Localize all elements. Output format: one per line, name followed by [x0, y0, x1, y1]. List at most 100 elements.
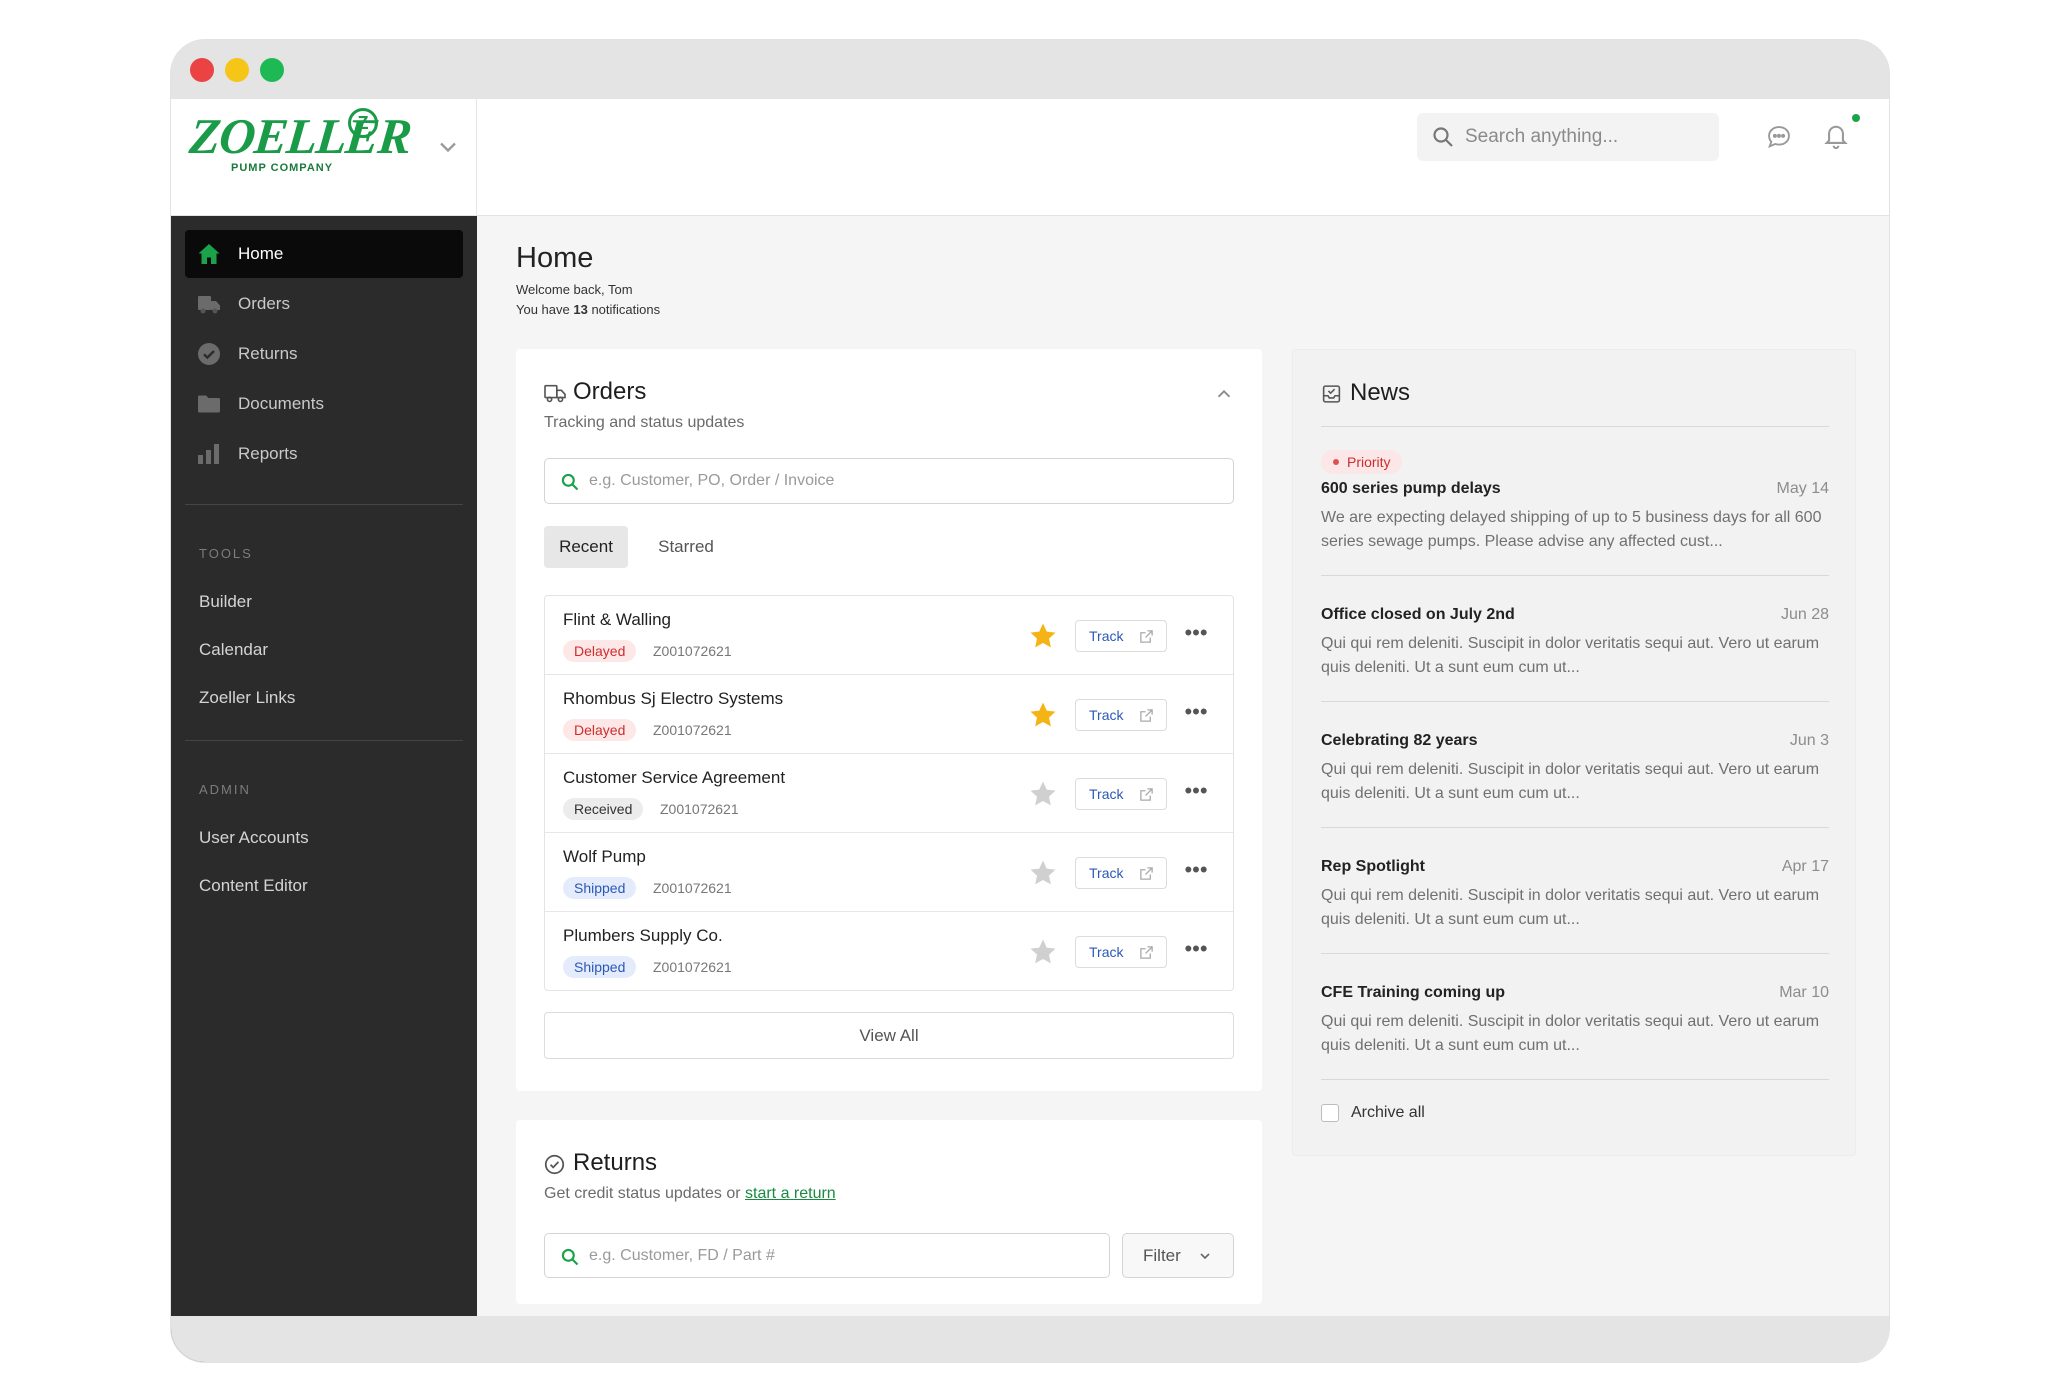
- sidebar-item-label: Reports: [238, 444, 298, 463]
- view-all-button[interactable]: View All: [544, 1012, 1234, 1059]
- global-search[interactable]: [1417, 113, 1719, 161]
- order-name: Customer Service Agreement: [563, 768, 786, 787]
- bar-chart-icon: [198, 444, 219, 464]
- more-options-icon[interactable]: •••: [1182, 701, 1210, 729]
- returns-title: Returns: [573, 1149, 658, 1176]
- orders-card: Orders Tracking and status updates Recen…: [516, 349, 1262, 1091]
- more-options-icon[interactable]: •••: [1182, 622, 1210, 650]
- news-item-date: Jun 28: [1780, 606, 1829, 623]
- maximize-window-button[interactable]: [260, 58, 284, 82]
- order-number: Z001072621: [653, 722, 732, 738]
- sidebar-item-reports[interactable]: Reports: [185, 430, 463, 478]
- order-row[interactable]: Plumbers Supply Co. Shipped Z001072621 T…: [545, 912, 1233, 991]
- truck-icon: [544, 384, 566, 403]
- news-item-title: Rep Spotlight: [1321, 858, 1425, 875]
- status-badge: Delayed: [563, 719, 637, 741]
- orders-search[interactable]: [544, 458, 1234, 504]
- minimize-window-button[interactable]: [225, 58, 249, 82]
- bell-icon[interactable]: [1822, 121, 1850, 151]
- external-link-icon: [1140, 630, 1153, 643]
- news-item-title: Office closed on July 2nd: [1321, 606, 1515, 623]
- archive-all-checkbox[interactable]: [1321, 1104, 1339, 1122]
- news-item-title: CFE Training coming up: [1321, 984, 1505, 1001]
- notification-dot: [1852, 114, 1860, 122]
- news-title: News: [1350, 379, 1411, 406]
- sidebar-item-returns[interactable]: Returns: [185, 330, 463, 378]
- admin-heading: ADMIN: [199, 782, 251, 797]
- orders-title: Orders: [573, 378, 647, 405]
- returns-search-input[interactable]: [589, 1234, 1041, 1277]
- sidebar-link-calendar[interactable]: Calendar: [199, 640, 268, 660]
- filter-dropdown[interactable]: Filter: [1122, 1233, 1234, 1278]
- more-options-icon[interactable]: •••: [1182, 859, 1210, 887]
- news-item-title: Celebrating 82 years: [1321, 732, 1478, 749]
- track-button[interactable]: Track: [1075, 857, 1167, 889]
- app-window: ZOELLER Z PUMP COMPANY Home Orders Retur…: [171, 40, 1889, 1362]
- tab-starred[interactable]: Starred: [638, 526, 734, 568]
- news-item-body: Qui qui rem deleniti. Suscipit in dolor …: [1321, 761, 1820, 802]
- sidebar-item-label: Orders: [238, 294, 290, 313]
- news-item-date: Mar 10: [1779, 984, 1829, 1001]
- order-row[interactable]: Flint & Walling Delayed Z001072621 Track…: [545, 596, 1233, 675]
- track-button[interactable]: Track: [1075, 620, 1167, 652]
- sidebar-link-content-editor[interactable]: Content Editor: [199, 876, 308, 896]
- order-row[interactable]: Customer Service Agreement Received Z001…: [545, 754, 1233, 833]
- sidebar: Home Orders Returns Documents Reports TO…: [171, 216, 477, 1362]
- tab-recent[interactable]: Recent: [544, 526, 628, 568]
- news-item-body: We are expecting delayed shipping of up …: [1321, 509, 1822, 550]
- start-return-link[interactable]: start a return: [745, 1185, 836, 1202]
- sidebar-item-orders[interactable]: Orders: [185, 280, 463, 328]
- archive-all-label[interactable]: Archive all: [1351, 1104, 1425, 1122]
- chevron-up-icon[interactable]: [1213, 383, 1235, 405]
- order-number: Z001072621: [653, 880, 732, 896]
- star-icon[interactable]: [1028, 700, 1058, 730]
- news-item[interactable]: 600 series pump delays May 14 We are exp…: [1321, 480, 1829, 576]
- global-search-input[interactable]: [1465, 113, 1705, 161]
- close-window-button[interactable]: [190, 58, 214, 82]
- order-number: Z001072621: [653, 959, 732, 975]
- external-link-icon: [1140, 946, 1153, 959]
- news-item[interactable]: CFE Training coming up Mar 10 Qui qui re…: [1321, 984, 1829, 1080]
- sidebar-divider: [185, 740, 463, 741]
- chat-icon[interactable]: [1765, 123, 1793, 151]
- more-options-icon[interactable]: •••: [1182, 938, 1210, 966]
- order-name: Plumbers Supply Co.: [563, 926, 723, 945]
- check-circle-icon: [544, 1154, 565, 1175]
- track-button[interactable]: Track: [1075, 936, 1167, 968]
- search-icon: [561, 1248, 579, 1266]
- order-number: Z001072621: [660, 801, 739, 817]
- more-options-icon[interactable]: •••: [1182, 780, 1210, 808]
- sidebar-item-label: Home: [238, 244, 284, 263]
- star-icon[interactable]: [1028, 621, 1058, 651]
- brand-header[interactable]: ZOELLER Z PUMP COMPANY: [171, 99, 477, 216]
- sidebar-link-user-accounts[interactable]: User Accounts: [199, 828, 309, 848]
- status-badge: Shipped: [563, 956, 637, 978]
- star-icon[interactable]: [1028, 779, 1058, 809]
- returns-search[interactable]: [544, 1233, 1110, 1278]
- sidebar-link-builder[interactable]: Builder: [199, 592, 252, 612]
- news-item[interactable]: Rep Spotlight Apr 17 Qui qui rem delenit…: [1321, 858, 1829, 954]
- orders-search-input[interactable]: [589, 459, 1140, 503]
- logo-wordmark: ZOELLER: [187, 108, 414, 164]
- sidebar-link-zoeller-links[interactable]: Zoeller Links: [199, 688, 295, 708]
- window-bottom-bar: [171, 1316, 1889, 1362]
- star-icon[interactable]: [1028, 937, 1058, 967]
- sidebar-divider: [185, 504, 463, 505]
- news-card: News Priority 600 series pump delays May…: [1292, 349, 1856, 1156]
- order-name: Wolf Pump: [563, 847, 646, 866]
- track-button[interactable]: Track: [1075, 778, 1167, 810]
- status-badge: Delayed: [563, 640, 637, 662]
- order-row[interactable]: Wolf Pump Shipped Z001072621 Track •••: [545, 833, 1233, 912]
- sidebar-item-home[interactable]: Home: [185, 230, 463, 278]
- order-row[interactable]: Rhombus Sj Electro Systems Delayed Z0010…: [545, 675, 1233, 754]
- news-item[interactable]: Celebrating 82 years Jun 3 Qui qui rem d…: [1321, 732, 1829, 828]
- star-icon[interactable]: [1028, 858, 1058, 888]
- news-item-date: May 14: [1776, 480, 1829, 497]
- external-link-icon: [1140, 709, 1153, 722]
- track-button[interactable]: Track: [1075, 699, 1167, 731]
- news-item[interactable]: Office closed on July 2nd Jun 28 Qui qui…: [1321, 606, 1829, 702]
- sidebar-item-documents[interactable]: Documents: [185, 380, 463, 428]
- window-titlebar: [171, 40, 1889, 99]
- truck-icon: [198, 296, 220, 314]
- chevron-down-icon[interactable]: [434, 133, 462, 161]
